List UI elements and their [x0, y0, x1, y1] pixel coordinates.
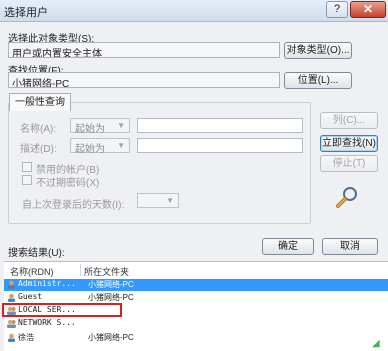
- row-folder: 小猪网络-PC: [88, 280, 134, 289]
- object-types-button[interactable]: 对象类型(O)...: [284, 42, 352, 59]
- disabled-accounts-checkbox[interactable]: [22, 162, 32, 172]
- column-header-name[interactable]: 名称(RDN): [10, 265, 54, 278]
- row-name: Administr...: [18, 279, 76, 288]
- tab-general-query[interactable]: 一般性查询: [9, 93, 71, 111]
- user-icon: [8, 333, 15, 342]
- annotation-highlight-box: [2, 303, 122, 317]
- name-mode-dropdown[interactable]: 起始为 ▼: [70, 118, 130, 135]
- chevron-down-icon: ▼: [117, 141, 125, 150]
- column-header-folder[interactable]: 所在文件夹: [84, 265, 129, 278]
- description-label: 描述(D):: [20, 144, 57, 155]
- object-type-field: 用户或内置安全主体: [8, 42, 280, 58]
- ok-button[interactable]: 确定: [262, 238, 314, 255]
- find-now-button[interactable]: 立即查找(N): [320, 135, 378, 152]
- row-folder: 小猪网络-PC: [88, 333, 134, 342]
- row-name: Guest: [18, 292, 43, 301]
- non-expiring-password-label: 不过期密码(X): [36, 178, 100, 189]
- table-row[interactable]: Administr... 小猪网络-PC: [4, 279, 388, 291]
- cancel-button[interactable]: 取消: [322, 238, 378, 255]
- columns-button[interactable]: 列(C)...: [320, 112, 378, 129]
- table-row[interactable]: 徐浩 小猪网络-PC: [4, 332, 388, 344]
- user-icon: [8, 280, 15, 289]
- table-row[interactable]: NETWORK S...: [4, 318, 388, 330]
- chevron-down-icon: ▼: [166, 196, 174, 205]
- window-title: 选择用户: [4, 7, 48, 19]
- name-mode-value: 起始为: [75, 124, 105, 135]
- days-since-logon-label: 自上次登录后的天数(I):: [22, 200, 125, 211]
- locations-button[interactable]: 位置(L)...: [284, 72, 352, 89]
- location-field: 小猪网络-PC: [8, 72, 280, 88]
- title-bar: 选择用户 ? ✕: [0, 0, 388, 22]
- close-button[interactable]: ✕: [350, 1, 386, 18]
- stop-button[interactable]: 停止(T): [320, 155, 378, 172]
- description-mode-value: 起始为: [75, 144, 105, 155]
- resize-grip-icon[interactable]: ◢: [372, 338, 384, 349]
- group-icon: [7, 320, 16, 328]
- days-since-logon-dropdown[interactable]: ▼: [137, 193, 179, 208]
- results-label: 搜索结果(U):: [8, 248, 65, 259]
- name-input[interactable]: [137, 118, 303, 133]
- chevron-down-icon: ▼: [117, 121, 125, 130]
- name-label: 名称(A):: [20, 124, 57, 135]
- row-name: NETWORK S...: [18, 318, 76, 327]
- description-mode-dropdown[interactable]: 起始为 ▼: [70, 138, 130, 155]
- help-button[interactable]: ?: [326, 1, 348, 18]
- non-expiring-password-checkbox[interactable]: [22, 175, 32, 185]
- column-divider: [80, 264, 81, 276]
- user-icon: [8, 293, 15, 302]
- description-input[interactable]: [137, 138, 303, 153]
- search-magnifier-icon: [334, 184, 360, 210]
- row-name: 徐浩: [18, 333, 34, 342]
- row-folder: 小猪网络-PC: [88, 293, 134, 302]
